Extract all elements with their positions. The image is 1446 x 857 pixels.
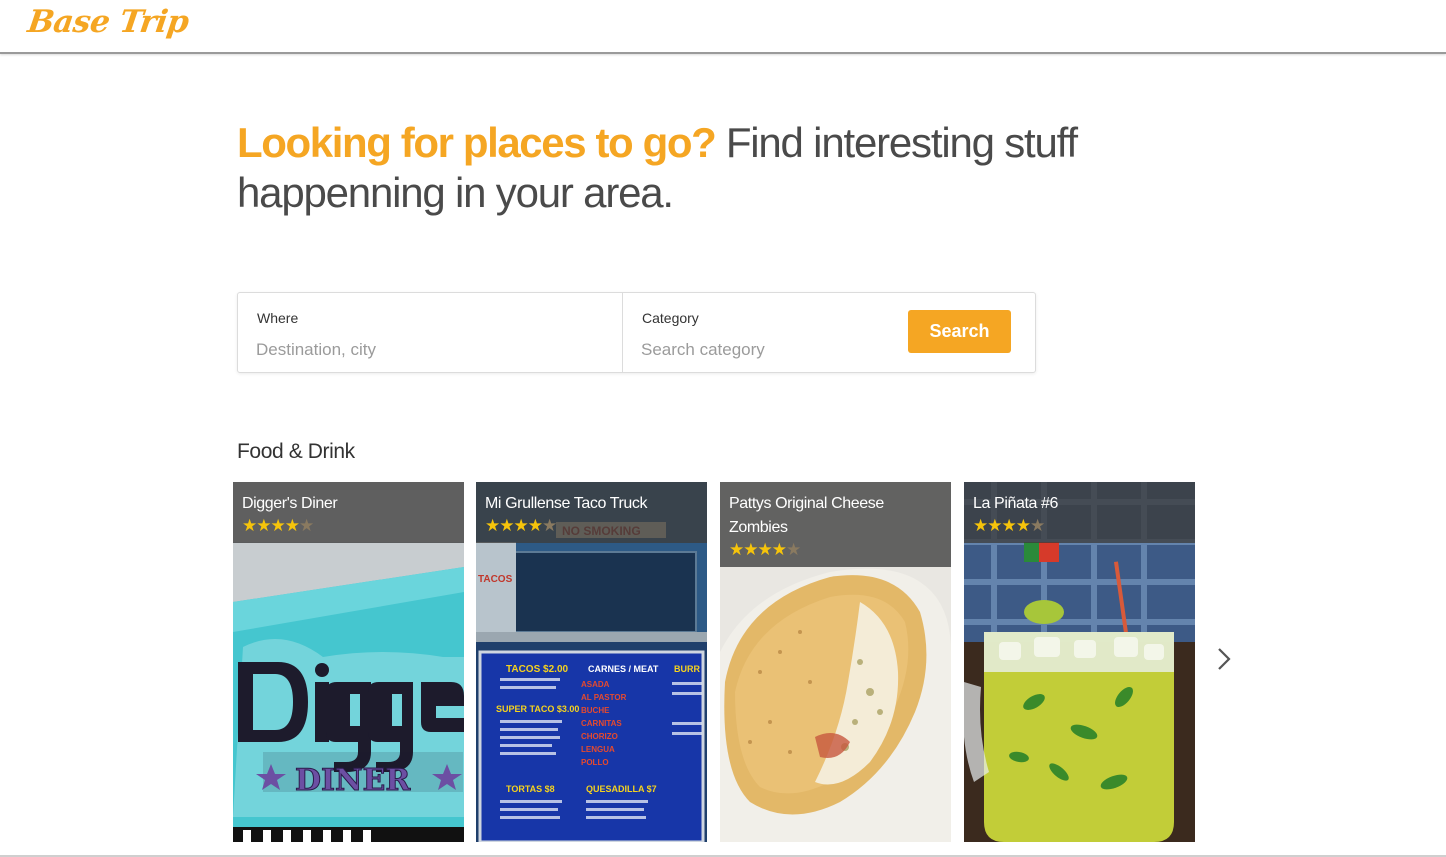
hero-heading: Looking for places to go? Find interesti… — [237, 118, 1117, 218]
top-navbar: Base Trip — [0, 0, 1446, 54]
half-star-icon: ★ — [298, 516, 314, 535]
place-card-overlay: Mi Grullense Taco Truck ★★★★★ — [476, 482, 707, 543]
star-icon: ★★★★ — [485, 516, 543, 535]
hero-heading-accent: Looking for places to go? — [237, 119, 717, 166]
place-name: Mi Grullense Taco Truck — [485, 495, 648, 512]
section-title-food-drink: Food & Drink — [237, 440, 355, 463]
empty-star-icon: ★ — [785, 540, 801, 559]
svg-text:SUPER TACO $3.00: SUPER TACO $3.00 — [496, 704, 579, 714]
svg-text:POLLO: POLLO — [581, 758, 609, 767]
where-label: Where — [257, 310, 299, 326]
star-rating: ★★★★★ — [973, 516, 1186, 535]
star-icon: ★★★★ — [242, 516, 300, 535]
svg-text:BURR: BURR — [674, 664, 700, 674]
svg-text:CARNES / MEAT: CARNES / MEAT — [588, 664, 659, 674]
place-card-overlay: Digger's Diner ★★★★★ — [233, 482, 464, 543]
star-rating: ★★★★★ — [242, 516, 455, 535]
svg-text:BUCHE: BUCHE — [581, 706, 610, 715]
svg-text:ASADA: ASADA — [581, 680, 610, 689]
category-field: Category — [623, 293, 893, 372]
svg-text:DINER: DINER — [295, 763, 411, 798]
place-name: La Piñata #6 — [973, 495, 1059, 512]
svg-text:CARNITAS: CARNITAS — [581, 719, 622, 728]
chevron-right-icon[interactable] — [1212, 643, 1236, 675]
place-card[interactable]: Pattys Original Cheese Zombies ★★★★★ — [720, 482, 951, 842]
place-card-overlay: La Piñata #6 ★★★★★ — [964, 482, 1195, 543]
search-button[interactable]: Search — [908, 310, 1011, 353]
place-card[interactable]: DINER Digger's Diner ★★★★★ — [233, 482, 464, 842]
star-icon: ★★★★ — [729, 540, 787, 559]
place-card[interactable]: La Piñata #6 ★★★★★ — [964, 482, 1195, 842]
where-input[interactable] — [256, 337, 496, 363]
svg-text:TACOS $2.00: TACOS $2.00 — [506, 664, 568, 675]
svg-text:CHORIZO: CHORIZO — [581, 732, 618, 741]
svg-text:QUESADILLA $7: QUESADILLA $7 — [586, 784, 657, 794]
star-rating: ★★★★★ — [729, 540, 942, 559]
svg-text:AL PASTOR: AL PASTOR — [581, 693, 627, 702]
half-star-icon: ★ — [541, 516, 557, 535]
star-rating: ★★★★★ — [485, 516, 698, 535]
brand-logo[interactable]: Base Trip — [25, 4, 190, 40]
svg-text:TORTAS $8: TORTAS $8 — [506, 784, 555, 794]
place-name: Pattys Original Cheese Zombies — [729, 495, 884, 536]
place-card[interactable]: NO SMOKING TACOS TACOS $2.00 CARNES / ME… — [476, 482, 707, 842]
svg-text:LENGUA: LENGUA — [581, 745, 615, 754]
place-name: Digger's Diner — [242, 495, 338, 512]
place-card-carousel: DINER Digger's Diner ★★★★★ NO SMOKING TA… — [233, 482, 1195, 842]
half-star-icon: ★ — [1029, 516, 1045, 535]
where-field: Where — [238, 293, 623, 372]
category-input[interactable] — [641, 337, 881, 363]
svg-text:TACOS: TACOS — [478, 574, 513, 585]
star-icon: ★★★★ — [973, 516, 1031, 535]
category-label: Category — [642, 310, 699, 326]
place-card-overlay: Pattys Original Cheese Zombies ★★★★★ — [720, 482, 951, 567]
search-panel: Where Category Search — [237, 292, 1036, 373]
